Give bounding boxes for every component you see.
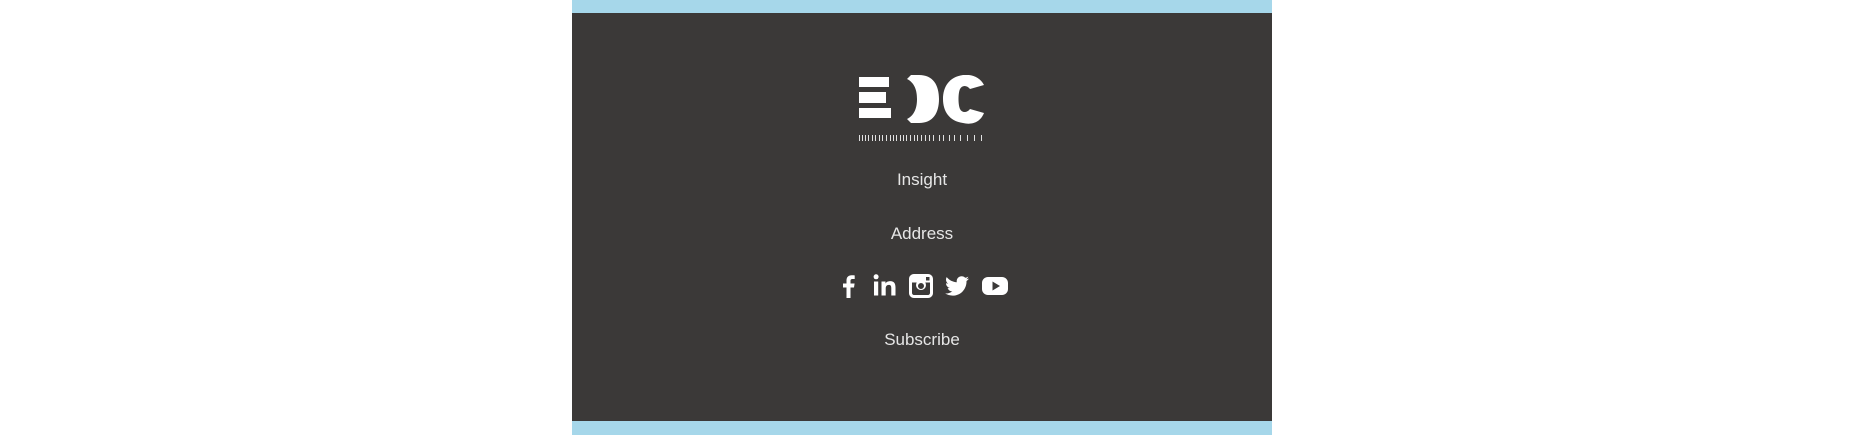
twitter-icon[interactable] (942, 271, 972, 301)
social-links (834, 271, 1010, 301)
bottom-accent-bar (572, 421, 1272, 435)
insight-link[interactable]: Insight (572, 170, 1272, 190)
footer: Insight Address Subscribe (572, 13, 1272, 421)
facebook-icon[interactable] (834, 271, 864, 301)
address-link[interactable]: Address (572, 224, 1272, 244)
top-accent-bar (572, 0, 1272, 13)
youtube-icon[interactable] (980, 271, 1010, 301)
linkedin-icon[interactable] (870, 271, 900, 301)
subscribe-link[interactable]: Subscribe (572, 330, 1272, 350)
email-footer-column: Insight Address Subscribe (572, 0, 1272, 435)
instagram-icon[interactable] (906, 271, 936, 301)
edc-logo[interactable] (859, 74, 986, 143)
